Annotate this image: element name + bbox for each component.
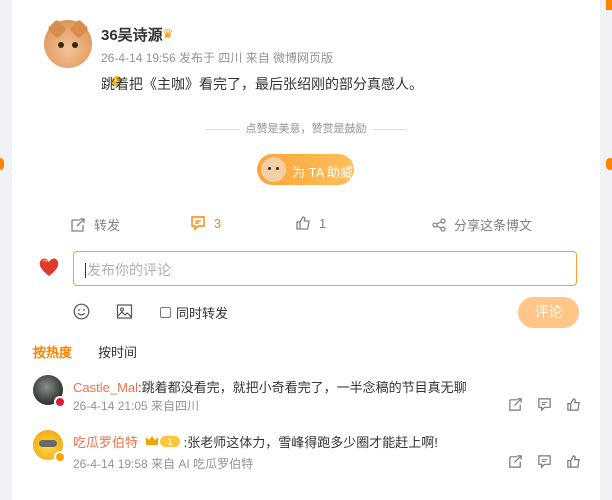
comment-avatar[interactable] xyxy=(33,375,66,408)
thumbs-up-icon[interactable] xyxy=(566,397,581,412)
share-action[interactable]: 分享这条博文 xyxy=(432,215,532,234)
member-badge-icon: 1 xyxy=(144,434,182,452)
repost-checkbox-label: 同时转发 xyxy=(176,306,229,321)
edge-marker xyxy=(0,158,4,170)
comment-author-name[interactable]: 吃瓜罗伯特 xyxy=(73,435,138,450)
comment-text: :跳着都没看完，就把小奇看完了，一半念稿的节目真无聊 xyxy=(138,380,467,395)
comment-action[interactable]: 3 xyxy=(190,215,221,231)
sort-by-time-tab[interactable]: 按时间 xyxy=(98,342,137,361)
tip-divider: 点赞是美意，赞赏是鼓励 xyxy=(12,120,600,136)
tip-button-label: 为 TA 助威 xyxy=(292,165,354,180)
post-card: v 36吴诗源 ♛ 26-4-14 19:56 发布于 四川 来自 微博网页版 … xyxy=(12,0,600,500)
image-button[interactable] xyxy=(116,303,133,325)
comment-actions xyxy=(508,397,581,412)
post-text: 跳着把《主咖》看完了，最后张绍刚的部分真感人。 xyxy=(101,76,423,92)
repost-icon xyxy=(71,217,85,232)
left-page-gutter xyxy=(0,0,12,500)
comment-avatar[interactable] xyxy=(33,430,66,463)
comment-meta: 26-4-14 21:05 来自四川 xyxy=(73,399,200,413)
current-user-avatar xyxy=(36,254,62,280)
author-name[interactable]: 36吴诗源 xyxy=(101,24,163,45)
thumbs-up-icon[interactable] xyxy=(566,454,581,469)
tip-button[interactable]: 为 TA 助威 xyxy=(257,154,354,185)
image-icon xyxy=(116,304,133,319)
repost-checkbox[interactable] xyxy=(160,307,171,318)
heart-balloon-icon xyxy=(39,258,59,276)
comment-body: 吃瓜罗伯特 1 :张老师这体力，雪峰得跑多少圈才能赶上啊! xyxy=(73,432,438,452)
crown-icon: ♛ xyxy=(162,26,174,41)
comment-icon[interactable] xyxy=(537,397,552,412)
thumbs-up-icon xyxy=(296,216,310,230)
comment-actions xyxy=(508,454,581,469)
verified-badge-icon xyxy=(54,451,66,463)
tip-divider-text: 点赞是美意，赞赏是鼓励 xyxy=(245,123,367,135)
repost-toggle[interactable]: 同时转发 xyxy=(160,303,228,322)
right-page-gutter xyxy=(600,0,612,500)
comment-icon xyxy=(191,216,205,231)
repost-icon[interactable] xyxy=(508,397,523,412)
comment-count: 3 xyxy=(214,215,222,231)
emoji-icon xyxy=(73,303,90,320)
post-meta: 26-4-14 19:56 发布于 四川 来自 微博网页版 xyxy=(101,51,334,65)
share-label: 分享这条博文 xyxy=(454,218,533,233)
edge-marker xyxy=(606,158,612,170)
like-count: 1 xyxy=(319,215,327,231)
submit-comment-button[interactable]: 评论 xyxy=(518,297,579,328)
edge-marker xyxy=(606,0,612,10)
comment-input[interactable]: 发布你的评论 xyxy=(73,251,577,286)
comment-meta: 26-4-14 19:58 来自 AI 吃瓜罗伯特 xyxy=(73,457,254,471)
goggles-icon xyxy=(39,440,57,447)
member-level: 1 xyxy=(167,438,173,448)
comment-body: Castle_Mal:跳着都没看完，就把小奇看完了，一半念稿的节目真无聊 xyxy=(73,377,467,396)
comment-input-placeholder: 发布你的评论 xyxy=(87,262,171,278)
comment-text: :张老师这体力，雪峰得跑多少圈才能赶上啊! xyxy=(183,435,438,450)
comment-author-name[interactable]: Castle_Mal xyxy=(73,380,138,395)
like-action[interactable]: 1 xyxy=(295,215,326,231)
repost-action[interactable]: 转发 xyxy=(70,215,120,234)
repost-label: 转发 xyxy=(94,218,121,233)
share-icon xyxy=(432,217,446,232)
emoji-button[interactable] xyxy=(73,303,90,325)
author-avatar[interactable]: v xyxy=(44,19,124,88)
repost-icon[interactable] xyxy=(508,454,523,469)
sort-by-hot-tab[interactable]: 按热度 xyxy=(33,342,72,361)
comment-icon[interactable] xyxy=(537,454,552,469)
user-badge-icon xyxy=(54,396,66,408)
tip-avatar-icon xyxy=(261,157,286,182)
